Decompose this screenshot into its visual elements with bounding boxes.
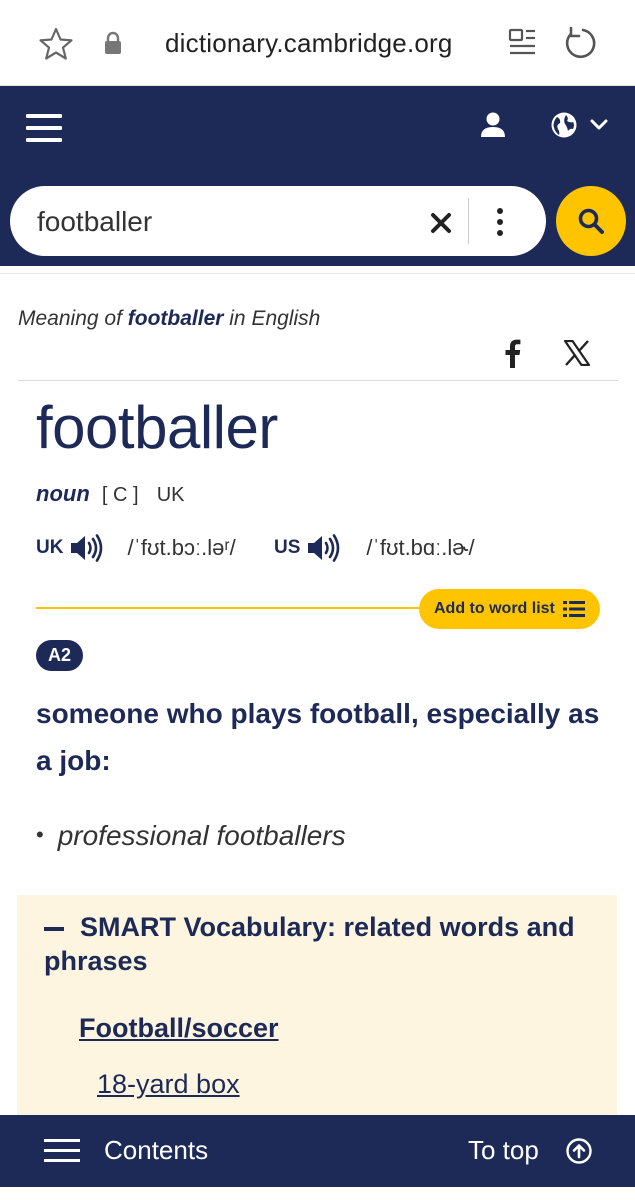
search-divider [468, 198, 469, 244]
part-of-speech-line: noun [ C ] UK [36, 481, 184, 507]
user-account-icon[interactable] [480, 111, 506, 139]
add-to-word-list-button[interactable]: Add to word list [419, 589, 600, 629]
list-icon [562, 601, 585, 617]
lock-icon [105, 31, 121, 54]
search-shadow [0, 266, 635, 274]
contents-menu-icon[interactable] [44, 1139, 80, 1165]
bottom-navigation-bar: Contents To top [0, 1115, 635, 1187]
more-options-icon[interactable] [495, 208, 505, 236]
globe-language-icon[interactable] [550, 111, 578, 139]
meaning-word: footballer [127, 307, 224, 330]
url-text[interactable]: dictionary.cambridge.org [165, 28, 453, 59]
facebook-share-icon[interactable] [502, 338, 522, 368]
bullet: • [36, 822, 44, 847]
search-bar: footballer [0, 178, 635, 266]
smart-vocabulary-panel: SMART Vocabulary: related words and phra… [17, 895, 617, 1120]
system-nav-area [0, 1187, 635, 1200]
example-sentence: • professional footballers [36, 820, 346, 852]
meaning-prefix: Meaning of [18, 307, 122, 330]
search-button[interactable] [556, 186, 626, 256]
pron-us-ipa: /ˈfʊt.bɑː.lɚ/ [366, 535, 475, 560]
example-text: professional footballers [57, 820, 346, 851]
search-icon [578, 208, 604, 234]
smart-vocabulary-item-link[interactable]: 18-yard box [97, 1069, 240, 1100]
cefr-level-badge: A2 [36, 640, 83, 671]
x-twitter-share-icon[interactable] [564, 340, 590, 366]
audio-uk-speaker-icon[interactable] [69, 534, 105, 562]
site-header [0, 86, 635, 178]
definition-text: someone who plays football, especially a… [36, 698, 600, 776]
hamburger-menu-icon[interactable] [26, 114, 62, 142]
part-of-speech: noun [36, 481, 90, 506]
grammar-code: [ C ] [101, 484, 139, 506]
arrow-up-circle-icon[interactable] [566, 1138, 592, 1164]
pronunciation-us: US /ˈfʊt.bɑː.lɚ/ [274, 534, 475, 562]
search-input[interactable]: footballer [10, 186, 546, 256]
contents-button[interactable]: Contents [104, 1135, 208, 1166]
pronunciation-uk: UK /ˈfʊt.bɔː.ləʳ/ [36, 534, 236, 562]
smart-vocabulary-category-link[interactable]: Football/soccer [79, 1013, 279, 1044]
bookmark-star-icon[interactable] [38, 26, 74, 62]
meaning-heading: Meaning of footballer in English [18, 307, 320, 331]
reader-mode-icon[interactable] [508, 27, 536, 57]
audio-us-speaker-icon[interactable] [306, 534, 342, 562]
clear-search-icon[interactable] [430, 212, 452, 234]
word-list-rule [36, 607, 426, 609]
pron-us-label: US [274, 537, 301, 558]
search-input-value[interactable]: footballer [37, 206, 152, 238]
chevron-down-icon[interactable] [590, 119, 608, 131]
add-to-word-list-label: Add to word list [434, 600, 555, 617]
region-label: UK [156, 484, 185, 506]
smart-vocabulary-title[interactable]: SMART Vocabulary: related words and phra… [44, 910, 604, 978]
meaning-suffix: in English [229, 307, 321, 330]
pron-uk-label: UK [36, 537, 64, 558]
reload-icon[interactable] [562, 26, 596, 60]
browser-url-bar: dictionary.cambridge.org [0, 0, 635, 86]
divider [18, 380, 618, 381]
pron-uk-ipa: /ˈfʊt.bɔː.ləʳ/ [127, 535, 236, 560]
to-top-button[interactable]: To top [468, 1135, 539, 1166]
headword: footballer [36, 394, 278, 461]
